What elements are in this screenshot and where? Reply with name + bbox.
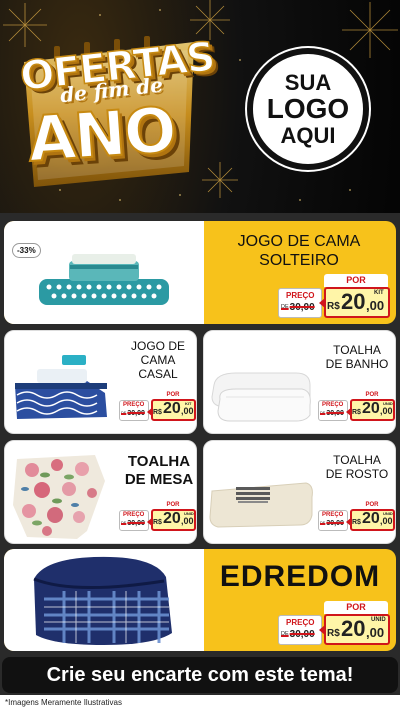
product-name-line2: DE BANHO [325,357,389,372]
price-tag: POR PREÇO DE30,00 R$ 20 ,00 UNID [318,391,395,423]
new-price-integer: 20 [362,400,380,417]
product-name: JOGO DE CAMA CASAL [123,339,193,381]
old-price: DE30,00 [281,302,315,313]
product-name-line1: JOGO DE CAMA [237,233,361,250]
new-price-decimal: ,00 [366,625,385,640]
new-price-decimal: ,00 [380,406,393,416]
price-por-label: POR [324,274,388,287]
product-name: EDREDOM [204,559,396,594]
new-price-decimal: ,00 [380,516,393,526]
product-name-line2: DE ROSTO [325,467,389,482]
comforter-image [33,556,172,645]
currency-symbol: R$ [153,409,162,416]
price-preco-label: PREÇO [322,402,344,408]
currency-symbol: R$ [327,301,340,312]
bath-towel-image [211,372,311,422]
price-tag: POR PREÇO DE30,00 R$ 20 ,00 UNID [278,601,392,647]
product-name-line1: JOGO DE [130,339,185,353]
price-unit: UNID [371,617,386,623]
product-card-edredom[interactable]: EDREDOM POR PREÇO DE30,00 R$ 20 ,00 UNID [4,549,396,651]
title-ano: ANO [25,92,178,177]
product-name: TOALHA DE MESA [121,453,196,488]
price-tag: POR PREÇO DE30,00 R$ 20 ,00 UNID [318,501,395,533]
new-price-integer: 20 [341,616,366,641]
cta-banner[interactable]: Crie seu encarte com este tema! [2,657,398,693]
new-price-decimal: ,00 [181,406,194,416]
bedsheet-set-image [39,254,169,305]
old-price: DE30,00 [281,629,315,640]
currency-symbol: R$ [153,519,162,526]
product-name-line1: EDREDOM [219,560,381,593]
logo-placeholder[interactable]: SUA LOGO AQUI [247,48,369,170]
image-disclaimer: *Imagens Meramente Ilustrativas [0,695,400,711]
old-price: DE30,00 [121,410,145,417]
product-card-jogo-cama-solteiro[interactable]: -33% JOGO DE CAMA SOLTEIRO POR PREÇO DE3… [4,221,396,324]
price-unit: KIT [185,401,192,406]
product-image-area [4,221,204,324]
product-name: TOALHA DE BANHO [322,343,392,371]
product-name: JOGO DE CAMA SOLTEIRO [214,233,384,271]
price-preco-label: PREÇO [123,512,145,518]
new-price-integer: 20 [362,510,380,527]
price-unit: UNID [184,511,194,516]
price-preco-label: PREÇO [123,402,145,408]
logo-text-logo: LOGO [266,93,350,125]
product-name: TOALHA DE ROSTO [322,453,392,481]
price-preco-label: PREÇO [286,291,315,300]
new-price-decimal: ,00 [366,298,385,313]
logo-text-sua: SUA [284,70,332,96]
product-card-jogo-cama-casal[interactable]: JOGO DE CAMA CASAL POR PREÇO DE30,00 R$ … [4,330,197,434]
price-unit: UNID [383,401,393,406]
discount-badge: -33% [12,243,41,258]
product-name-line2: DE MESA [124,470,194,488]
new-price-decimal: ,00 [181,516,194,526]
new-price-integer: 20 [341,289,366,314]
old-price: DE30,00 [320,410,344,417]
product-name-line3: CASAL [138,367,178,382]
flyer-page: OFERTAS de fim de ANO SUA LOGO AQUI -33% [0,0,400,711]
header: OFERTAS de fim de ANO SUA LOGO AQUI [0,0,400,213]
currency-symbol: R$ [352,519,361,526]
product-image-area [4,549,204,651]
price-por-label: POR [324,601,388,614]
currency-symbol: R$ [327,628,340,639]
bedsheet-casal-image [15,355,107,419]
logo-text-aqui: AQUI [280,122,336,148]
price-unit: KIT [374,290,384,296]
price-tag: POR PREÇO DE30,00 R$ 20 ,00 KIT [278,274,392,320]
old-price: DE30,00 [121,520,145,527]
product-card-toalha-banho[interactable]: TOALHA DE BANHO POR PREÇO DE30,00 R$ 20 … [203,330,396,434]
old-price: DE30,00 [320,520,344,527]
price-preco-label: PREÇO [322,512,344,518]
product-name-line1: TOALHA [333,343,381,357]
product-card-toalha-rosto[interactable]: TOALHA DE ROSTO POR PREÇO DE30,00 R$ 20 … [203,440,396,544]
product-name-line2: SOLTEIRO [259,251,339,269]
face-towel-image [209,482,313,528]
price-tag: POR PREÇO DE30,00 R$ 20 ,00 KIT [119,391,196,423]
currency-symbol: R$ [352,409,361,416]
product-name-line2: CAMA [140,353,176,368]
tablecloth-image [13,455,105,539]
product-name-line1: TOALHA [333,453,381,467]
price-unit: UNID [383,511,393,516]
price-tag: POR PREÇO DE30,00 R$ 20 ,00 UNID [119,501,196,533]
product-card-toalha-mesa[interactable]: TOALHA DE MESA POR PREÇO DE30,00 R$ 20 ,… [4,440,197,544]
new-price-integer: 20 [163,400,181,417]
product-name-line1: TOALHA [127,453,191,470]
new-price-integer: 20 [163,510,181,527]
price-preco-label: PREÇO [286,618,315,627]
